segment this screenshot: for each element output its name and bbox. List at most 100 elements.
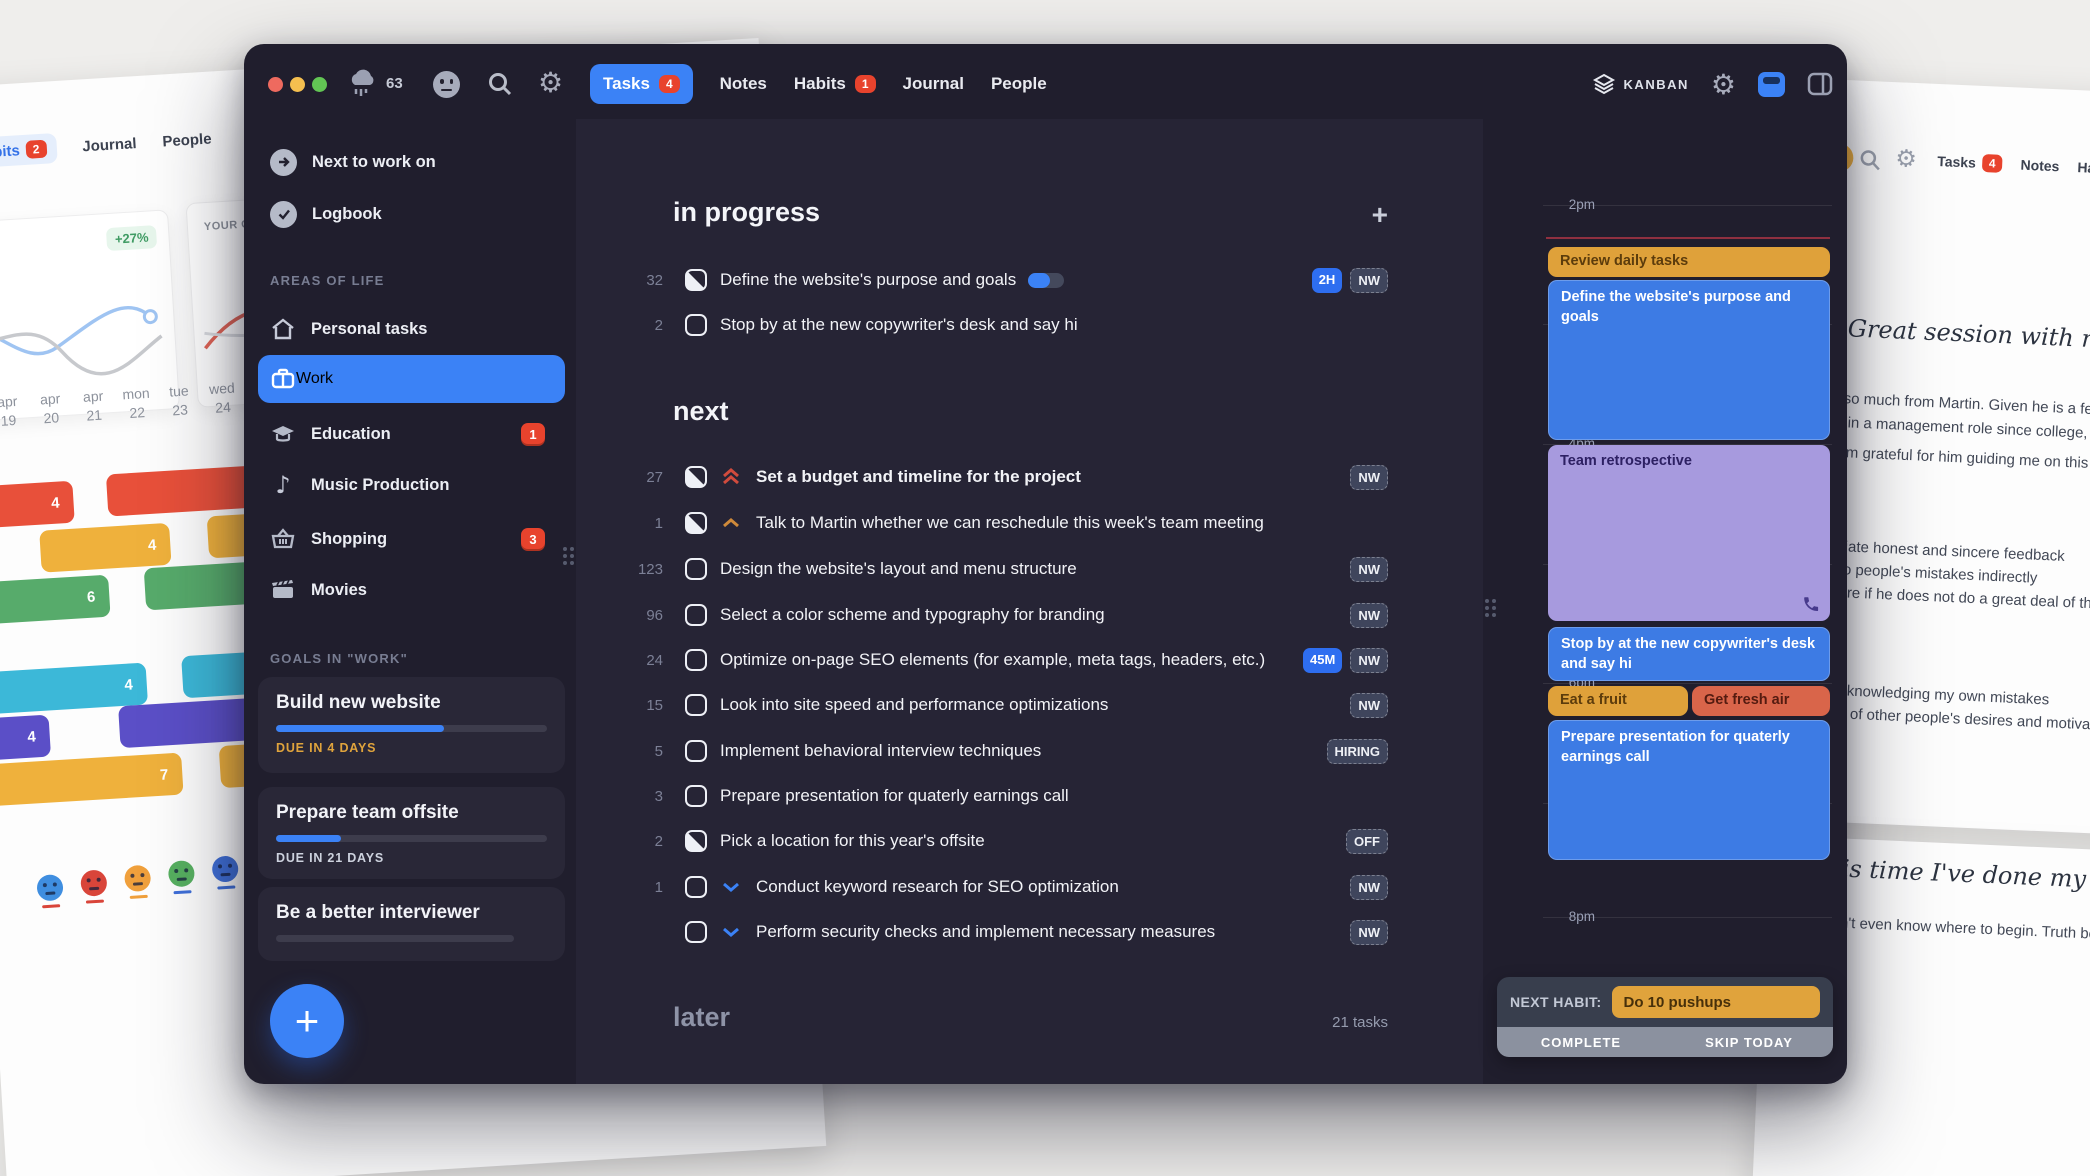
sidebar-item-label: Shopping (311, 530, 387, 549)
task-row[interactable]: 32 Define the website's purpose and goal… (576, 257, 1483, 303)
tab-people[interactable]: People (991, 74, 1047, 94)
sidebar-item-logbook[interactable]: Logbook (270, 197, 565, 231)
task-row[interactable]: 24 Optimize on-page SEO elements (for ex… (576, 637, 1483, 683)
task-row[interactable]: 123 Design the website's layout and menu… (576, 546, 1483, 592)
sidebar-item-personal-tasks[interactable]: Personal tasks (270, 312, 565, 346)
task-checkbox[interactable] (685, 558, 707, 580)
sidebar-item-education[interactable]: Education 1 (270, 417, 565, 451)
task-checkbox[interactable] (685, 466, 707, 488)
calendar-icon[interactable] (1758, 72, 1785, 97)
calendar-event[interactable]: Review daily tasks (1548, 247, 1830, 277)
next-habit-pill[interactable]: Do 10 pushups (1612, 986, 1820, 1018)
add-task-button[interactable]: + (270, 984, 344, 1058)
add-section-task-button[interactable]: + (1372, 199, 1388, 231)
calendar-event[interactable]: Define the website's purpose and goals (1548, 280, 1830, 440)
calendar-resize-grip[interactable] (1485, 599, 1496, 617)
search-icon[interactable] (487, 71, 513, 97)
task-title: Set a budget and timeline for the projec… (756, 467, 1081, 487)
section-later[interactable]: later (673, 1002, 730, 1033)
task-checkbox[interactable] (685, 876, 707, 898)
tab-journal[interactable]: Journal (903, 74, 964, 94)
task-checkbox[interactable] (685, 921, 707, 943)
section-in-progress: in progress (673, 197, 820, 228)
next-habit-bar: NEXT HABIT: Do 10 pushups COMPLETE SKIP … (1497, 977, 1833, 1057)
task-row[interactable]: 27 Set a budget and timeline for the pro… (576, 454, 1483, 500)
calendar-event[interactable]: Prepare presentation for quaterly earnin… (1548, 720, 1830, 860)
skip-habit-button[interactable]: SKIP TODAY (1665, 1027, 1833, 1057)
sidebar-item-music-production[interactable]: ♪ Music Production (270, 468, 565, 502)
check-circle-icon (270, 201, 297, 228)
side-panel-icon[interactable] (1807, 72, 1833, 96)
sidebar-item-movies[interactable]: Movies (270, 573, 565, 607)
task-title: Select a color scheme and typography for… (720, 605, 1105, 625)
sidebar-resize-grip[interactable] (563, 547, 574, 565)
phone-icon (1802, 595, 1820, 613)
task-row[interactable]: 2 Pick a location for this year's offsit… (576, 818, 1483, 864)
task-count: 2 (576, 833, 663, 850)
task-checkbox[interactable] (685, 830, 707, 852)
graduation-cap-icon (270, 422, 296, 446)
gear-icon[interactable]: ⚙ (1711, 68, 1736, 101)
sidebar-item-work[interactable]: Work (258, 355, 565, 403)
task-checkbox[interactable] (685, 604, 707, 626)
task-row[interactable]: 5 Implement behavioral interview techniq… (576, 728, 1483, 774)
task-row[interactable]: 2 Stop by at the new copywriter's desk a… (576, 302, 1483, 348)
close-traffic-light[interactable] (268, 77, 283, 92)
calendar-event[interactable]: Eat a fruit (1548, 686, 1688, 716)
sidebar-item-shopping[interactable]: Shopping 3 (270, 522, 565, 556)
goal-title: Prepare team offsite (276, 802, 547, 824)
task-row[interactable]: 1 Talk to Martin whether we can reschedu… (576, 500, 1483, 546)
sidebar-item-label: Education (311, 425, 391, 444)
tab-tasks[interactable]: Tasks4 (590, 64, 693, 104)
calendar-event[interactable]: Get fresh air (1692, 686, 1830, 716)
task-row[interactable]: 3 Prepare presentation for quaterly earn… (576, 773, 1483, 819)
section-next: next (673, 396, 729, 427)
task-count: 27 (576, 469, 663, 486)
task-checkbox[interactable] (685, 512, 707, 534)
calendar-event[interactable]: Team retrospective (1548, 445, 1830, 621)
sidebar: Next to work on Logbook AREAS OF LIFE Pe… (244, 119, 576, 1084)
weather-rain-cloud-icon[interactable] (346, 68, 382, 100)
minimize-traffic-light[interactable] (290, 77, 305, 92)
maximize-traffic-light[interactable] (312, 77, 327, 92)
goal-card-build-new-website[interactable]: Build new website DUE IN 4 DAYS (258, 677, 565, 773)
mood-face-icon[interactable] (433, 71, 460, 98)
task-list-panel: in progress + 32 Define the website's pu… (576, 119, 1483, 1084)
task-checkbox[interactable] (685, 740, 707, 762)
task-checkbox[interactable] (685, 785, 707, 807)
kanban-view-button[interactable]: KANBAN (1592, 72, 1689, 96)
task-checkbox[interactable] (685, 649, 707, 671)
sidebar-item-label: Logbook (312, 205, 382, 224)
task-row[interactable]: 96 Select a color scheme and typography … (576, 592, 1483, 638)
task-row[interactable]: Perform security checks and implement ne… (576, 909, 1483, 955)
marketing-scene: Habits2 Journal People +27% YOUR OVERWHE… (0, 0, 2090, 1176)
tab-badge: 4 (659, 75, 680, 93)
task-checkbox[interactable] (685, 269, 707, 291)
areas-of-life-header: AREAS OF LIFE (270, 273, 385, 288)
complete-habit-button[interactable]: COMPLETE (1497, 1027, 1665, 1057)
plus-icon: + (295, 997, 320, 1045)
task-progress-toggle[interactable] (1028, 273, 1064, 288)
calendar-timeline-panel: 2pm 3pm 4pm 5pm 6pm 7pm 8pm Review daily… (1483, 119, 1847, 1084)
tab-notes[interactable]: Notes (720, 74, 767, 94)
task-checkbox[interactable] (685, 314, 707, 336)
task-row[interactable]: 1 Conduct keyword research for SEO optim… (576, 864, 1483, 910)
goal-card-prepare-team-offsite[interactable]: Prepare team offsite DUE IN 21 DAYS (258, 787, 565, 879)
hour-label: 2pm (1543, 197, 1595, 212)
bg-chart-badge: +27% (106, 225, 157, 251)
task-title: Design the website's layout and menu str… (720, 559, 1077, 579)
task-checkbox[interactable] (685, 694, 707, 716)
tab-habits[interactable]: Habits1 (794, 74, 876, 94)
app-window: 63 ⚙ Tasks4 Notes Habits1 Journal People (244, 44, 1847, 1084)
task-title: Implement behavioral interview technique… (720, 741, 1041, 761)
gear-icon[interactable]: ⚙ (538, 66, 563, 99)
task-count: 3 (576, 788, 663, 805)
goal-card-be-a-better-interviewer[interactable]: Be a better interviewer (258, 887, 565, 961)
tag-badge: HIRING (1327, 739, 1389, 764)
calendar-event[interactable]: Stop by at the new copywriter's desk and… (1548, 627, 1830, 681)
sidebar-item-next-to-work-on[interactable]: Next to work on (270, 145, 565, 179)
task-row[interactable]: 15 Look into site speed and performance … (576, 682, 1483, 728)
tag-badge: NW (1350, 648, 1388, 673)
task-title: Optimize on-page SEO elements (for examp… (720, 650, 1265, 670)
task-count: 5 (576, 743, 663, 760)
